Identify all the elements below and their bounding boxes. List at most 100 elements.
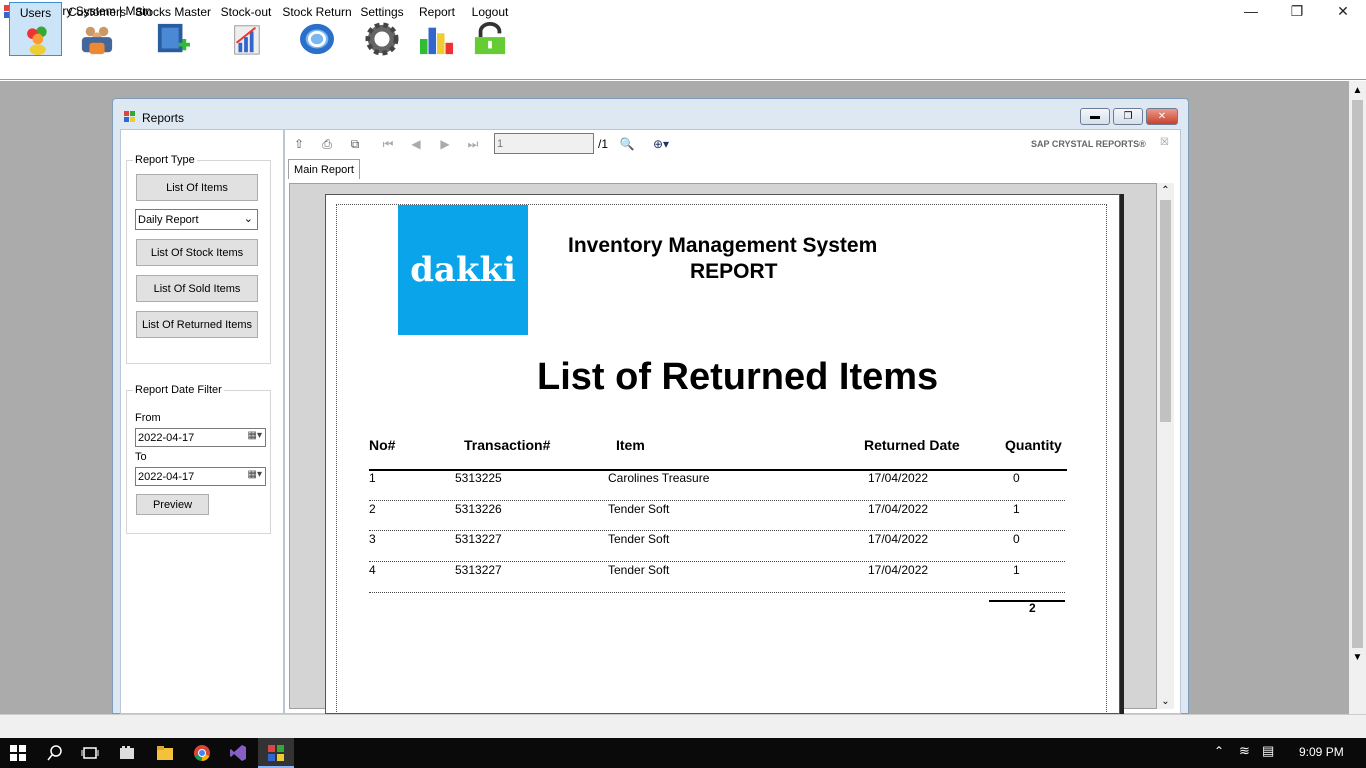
menu-report-label: Report — [418, 5, 456, 19]
scroll-down-icon[interactable]: ⌄ — [1157, 696, 1174, 707]
reports-window-icon — [124, 111, 135, 122]
preview-button[interactable]: Preview — [136, 494, 209, 515]
report-title: List of Returned Items — [537, 356, 939, 398]
menu-stock-out-label: Stock-out — [220, 5, 272, 19]
child-close-button[interactable]: ✕ — [1146, 108, 1178, 125]
close-button[interactable]: ✕ — [1320, 0, 1366, 22]
company-logo: dakki — [398, 205, 528, 335]
zoom-icon[interactable]: ⊕▾ — [645, 135, 677, 153]
calendar-icon[interactable]: ▦▾ — [248, 430, 262, 441]
to-date-value: 2022-04-17 — [138, 470, 195, 483]
row-no: 3 — [369, 532, 376, 546]
chevron-up-icon[interactable]: ⌃ — [1214, 744, 1224, 758]
scroll-down-icon[interactable]: ▼ — [1349, 652, 1366, 663]
row-returned-date: 17/04/2022 — [868, 532, 929, 546]
menu-stock-return[interactable]: Stock Return — [282, 2, 352, 56]
child-restore-button[interactable]: ❐ — [1113, 108, 1143, 125]
row-quantity: 0 — [1013, 471, 1020, 485]
page-number-input[interactable]: 1 — [494, 133, 594, 154]
first-page-icon[interactable]: ⏮ — [378, 135, 398, 153]
quantity-total: 2 — [1029, 601, 1036, 615]
tab-main-report[interactable]: Main Report — [288, 159, 360, 179]
list-sold-items-button[interactable]: List Of Sold Items — [136, 275, 258, 302]
menu-settings-label: Settings — [360, 5, 404, 19]
column-header-no: No# — [369, 437, 396, 453]
logout-icon — [474, 22, 506, 55]
from-date-value: 2022-04-17 — [138, 431, 195, 444]
menu-report[interactable]: Report — [415, 2, 459, 56]
row-item: Tender Soft — [608, 502, 670, 516]
scroll-thumb[interactable] — [1160, 200, 1171, 422]
row-transaction: 5313227 — [455, 532, 502, 546]
visual-studio-icon[interactable] — [229, 744, 247, 762]
next-page-icon[interactable]: ▶ — [435, 135, 455, 153]
main-scrollbar[interactable]: ▲ ▼ — [1349, 81, 1366, 714]
menu-settings[interactable]: Settings — [358, 2, 406, 56]
print-icon[interactable]: ⎙ — [317, 135, 337, 153]
child-minimize-button[interactable]: ▬ — [1080, 108, 1110, 125]
menu-logout[interactable]: Logout — [468, 2, 512, 56]
prev-page-icon[interactable]: ◀ — [406, 135, 426, 153]
viewer-scrollbar[interactable]: ⌃ ⌄ — [1157, 183, 1174, 709]
row-returned-date: 17/04/2022 — [868, 563, 929, 577]
list-of-items-button[interactable]: List Of Items — [136, 174, 258, 201]
last-page-icon[interactable]: ⏭ — [463, 135, 483, 153]
row-quantity: 0 — [1013, 532, 1020, 546]
to-label: To — [135, 451, 147, 463]
date-filter-label: Report Date Filter — [133, 384, 224, 396]
customers-icon — [81, 26, 113, 55]
wifi-icon[interactable]: ≋ — [1239, 743, 1250, 759]
page-total: /1 — [598, 137, 609, 151]
column-header-returned-date: Returned Date — [864, 437, 960, 453]
scroll-up-icon[interactable]: ⌃ — [1157, 185, 1174, 196]
notification-icon[interactable]: ▤ — [1262, 743, 1274, 759]
row-returned-date: 17/04/2022 — [868, 471, 929, 485]
film-app-icon[interactable] — [118, 744, 136, 762]
export-icon[interactable]: ⇧ — [289, 135, 309, 153]
task-view-icon[interactable] — [81, 744, 99, 762]
from-date-field[interactable]: 2022-04-17 ▦▾ — [135, 428, 266, 447]
row-quantity: 1 — [1013, 563, 1020, 577]
report-header-subtitle: REPORT — [690, 260, 778, 283]
menu-users-label: Users — [19, 6, 52, 20]
row-divider — [369, 592, 1065, 593]
find-icon[interactable]: 🔍 — [617, 135, 637, 153]
inventory-app-icon — [268, 745, 284, 761]
menu-users[interactable]: Users — [9, 2, 62, 56]
copy-icon[interactable]: ⧉ — [345, 135, 365, 153]
windows-start-icon[interactable] — [9, 744, 27, 762]
row-item: Tender Soft — [608, 532, 670, 546]
menu-stock-out[interactable]: Stock-out — [219, 2, 273, 56]
calendar-icon[interactable]: ▦▾ — [248, 469, 262, 480]
row-item: Tender Soft — [608, 563, 670, 577]
chevron-down-icon[interactable]: ⌄ — [244, 212, 253, 225]
search-icon[interactable] — [46, 744, 64, 762]
minimize-button[interactable]: — — [1228, 0, 1274, 22]
row-no: 1 — [369, 471, 376, 485]
report-period-value: Daily Report — [138, 213, 199, 226]
menu-customers[interactable]: Customers — [67, 2, 127, 56]
scroll-up-icon[interactable]: ▲ — [1349, 85, 1366, 96]
scroll-thumb[interactable] — [1352, 100, 1363, 648]
row-divider — [369, 530, 1065, 531]
row-transaction: 5313227 — [455, 563, 502, 577]
column-header-quantity: Quantity — [1005, 437, 1062, 453]
close-panel-icon[interactable]: ☒ — [1160, 137, 1169, 148]
file-explorer-icon[interactable] — [156, 744, 174, 762]
gear-icon — [365, 22, 399, 56]
list-stock-items-button[interactable]: List Of Stock Items — [136, 239, 258, 266]
reports-window-title: Reports — [142, 111, 185, 125]
to-date-field[interactable]: 2022-04-17 ▦▾ — [135, 467, 266, 486]
report-icon — [420, 27, 454, 55]
chrome-icon[interactable] — [193, 744, 211, 762]
row-no: 2 — [369, 502, 376, 516]
menu-stocks-master[interactable]: Stocks Master — [134, 2, 212, 56]
status-bar — [0, 714, 1366, 738]
report-period-select[interactable]: Daily Report ⌄ — [135, 209, 258, 230]
clock[interactable]: 9:09 PM — [1299, 745, 1344, 759]
crystal-reports-brand: SAP CRYSTAL REPORTS® — [1031, 139, 1146, 149]
restore-button[interactable]: ❐ — [1274, 0, 1320, 22]
list-returned-items-button[interactable]: List Of Returned Items — [136, 311, 258, 338]
taskbar-active-app[interactable] — [258, 738, 294, 768]
total-rule — [989, 600, 1065, 602]
